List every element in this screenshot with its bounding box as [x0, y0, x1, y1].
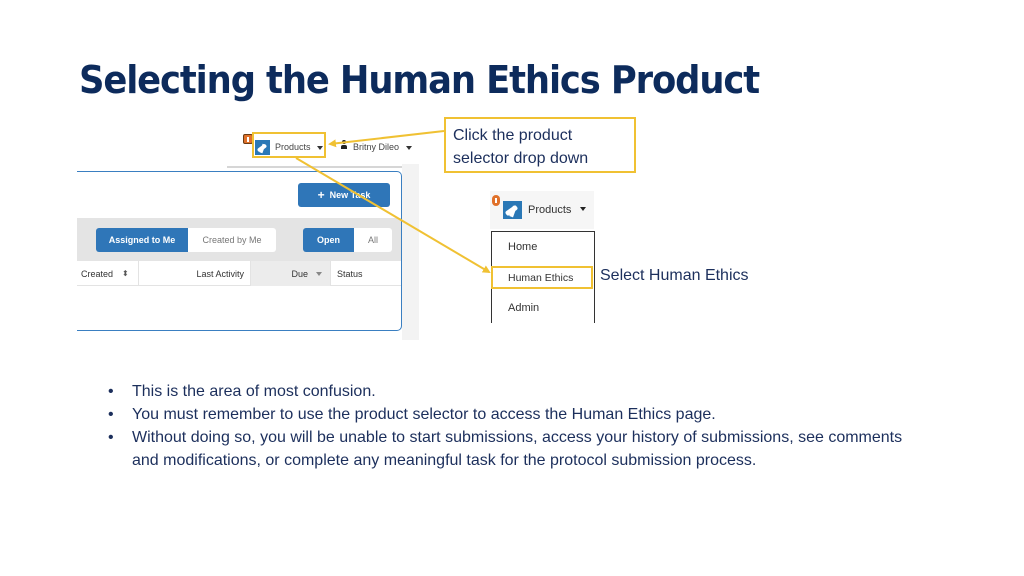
tasks-panel: + New Task Assigned to Me Created by Me …: [77, 171, 402, 331]
column-created[interactable]: Created ⬍: [81, 261, 139, 286]
bullet-item: You must remember to use the product sel…: [108, 403, 928, 426]
bullet-list: This is the area of most confusion. You …: [108, 380, 928, 472]
products-selector-highlight: [252, 132, 326, 158]
column-status[interactable]: Status: [337, 261, 397, 286]
sort-icon: ⬍: [122, 268, 129, 278]
product-dropdown-screenshot: Products Home Human Ethics Admin: [490, 191, 596, 323]
menu-item-home[interactable]: Home: [508, 241, 537, 253]
column-due[interactable]: Due: [251, 261, 331, 286]
nav-divider: [227, 166, 419, 168]
filter-bar: Assigned to Me Created by Me Open All: [77, 218, 401, 261]
chevron-down-icon[interactable]: [406, 146, 412, 150]
sort-descending-icon: [316, 271, 322, 276]
callout-product-selector: Click the product selector drop down: [444, 117, 636, 173]
human-ethics-highlight: [491, 266, 593, 289]
bullet-item: This is the area of most confusion.: [108, 380, 928, 403]
chevron-down-icon[interactable]: [580, 207, 586, 211]
dashboard-screenshot: Products Britny Dileo + New Task Assigne…: [77, 128, 419, 340]
user-menu-label[interactable]: Britny Dileo: [353, 142, 399, 152]
slide-title: Selecting the Human Ethics Product: [79, 58, 760, 102]
filter-assigned-to-me[interactable]: Assigned to Me: [96, 228, 188, 252]
menu-item-admin[interactable]: Admin: [508, 302, 539, 314]
products-menu-label[interactable]: Products: [528, 204, 571, 216]
filter-created-by-me[interactable]: Created by Me: [188, 228, 276, 252]
bullet-item: Without doing so, you will be unable to …: [108, 426, 928, 472]
column-last-activity[interactable]: Last Activity: [139, 261, 251, 286]
filter-open[interactable]: Open: [303, 228, 354, 252]
new-task-label: New Task: [329, 190, 371, 200]
notification-badge-icon: [492, 195, 500, 206]
new-task-button[interactable]: + New Task: [298, 183, 390, 207]
callout-select-human-ethics: Select Human Ethics: [600, 267, 749, 284]
panel-shadow: [402, 164, 419, 340]
product-logo-icon: [503, 201, 522, 219]
top-navigation: Products Britny Dileo: [77, 128, 419, 164]
filter-all[interactable]: All: [354, 228, 392, 252]
products-selector[interactable]: Products: [490, 191, 594, 229]
plus-icon: +: [317, 188, 325, 202]
table-header: Created ⬍ Last Activity Due Status: [77, 261, 401, 286]
user-icon: [341, 140, 347, 149]
